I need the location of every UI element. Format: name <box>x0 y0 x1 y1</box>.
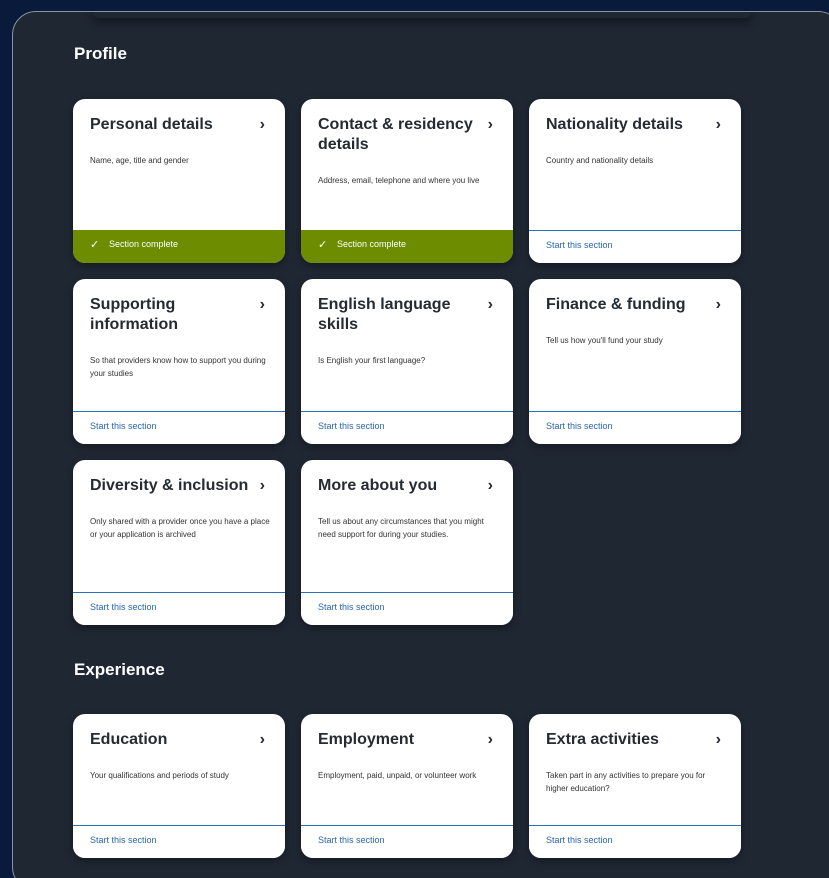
card-finance-funding[interactable]: Finance & funding › Tell us how you'll f… <box>529 279 741 444</box>
start-section-link[interactable]: Start this section <box>546 835 613 845</box>
start-section-footer: Start this section <box>301 592 513 625</box>
top-card-shadow <box>93 12 751 18</box>
start-section-link[interactable]: Start this section <box>546 421 613 431</box>
start-section-footer: Start this section <box>529 825 741 858</box>
chevron-right-icon: › <box>487 296 493 313</box>
card-description: So that providers know how to support yo… <box>90 356 266 378</box>
card-title: Finance & funding <box>546 296 686 313</box>
start-section-footer: Start this section <box>301 411 513 444</box>
card-description: Address, email, telephone and where you … <box>318 176 480 185</box>
card-education[interactable]: Education › Your qualifications and peri… <box>73 714 285 858</box>
start-section-link[interactable]: Start this section <box>90 602 157 612</box>
start-section-link[interactable]: Start this section <box>318 602 385 612</box>
chevron-right-icon: › <box>259 116 265 133</box>
section-complete-label: Section complete <box>109 239 179 249</box>
section-complete-footer: ✓ Section complete <box>73 230 285 263</box>
checkmark-icon: ✓ <box>90 239 100 251</box>
start-section-link[interactable]: Start this section <box>318 421 385 431</box>
application-panel: Profile Personal details › Name, age, ti… <box>12 11 829 878</box>
chevron-right-icon: › <box>487 731 493 748</box>
card-description: Name, age, title and gender <box>90 156 189 165</box>
card-employment[interactable]: Employment › Employment, paid, unpaid, o… <box>301 714 513 858</box>
start-section-footer: Start this section <box>73 411 285 444</box>
card-description: Is English your first language? <box>318 356 426 365</box>
card-contact-residency[interactable]: Contact & residency details › Address, e… <box>301 99 513 263</box>
checkmark-icon: ✓ <box>318 239 328 251</box>
card-description: Country and nationality details <box>546 156 654 165</box>
chevron-right-icon: › <box>715 731 721 748</box>
card-nationality-details[interactable]: Nationality details › Country and nation… <box>529 99 741 263</box>
card-supporting-information[interactable]: Supporting information › So that provide… <box>73 279 285 444</box>
card-diversity-inclusion[interactable]: Diversity & inclusion › Only shared with… <box>73 460 285 625</box>
chevron-right-icon: › <box>487 477 493 494</box>
card-title: Contact & residency details <box>318 116 473 153</box>
card-description: Only shared with a provider once you hav… <box>90 517 270 539</box>
section-complete-footer: ✓ Section complete <box>301 230 513 263</box>
card-title: Employment <box>318 731 415 748</box>
start-section-footer: Start this section <box>529 411 741 444</box>
card-title: Personal details <box>90 116 213 133</box>
card-title: Supporting information <box>90 296 178 333</box>
start-section-footer: Start this section <box>73 825 285 858</box>
card-title: Education <box>90 731 168 748</box>
card-description: Tell us about any circumstances that you… <box>318 517 484 539</box>
start-section-footer: Start this section <box>529 230 741 263</box>
card-description: Taken part in any activities to prepare … <box>546 771 706 793</box>
card-title: More about you <box>318 477 438 494</box>
card-description: Employment, paid, unpaid, or volunteer w… <box>318 771 477 780</box>
card-title: Extra activities <box>546 731 659 748</box>
card-title: English language skills <box>318 296 451 333</box>
card-description: Tell us how you'll fund your study <box>546 336 663 345</box>
chevron-right-icon: › <box>715 296 721 313</box>
experience-heading: Experience <box>74 660 165 679</box>
card-title: Diversity & inclusion <box>90 477 249 494</box>
card-description: Your qualifications and periods of study <box>90 771 229 780</box>
section-complete-label: Section complete <box>337 239 407 249</box>
start-section-footer: Start this section <box>73 592 285 625</box>
card-extra-activities[interactable]: Extra activities › Taken part in any act… <box>529 714 741 858</box>
chevron-right-icon: › <box>259 731 265 748</box>
chevron-right-icon: › <box>259 477 265 494</box>
card-more-about-you[interactable]: More about you › Tell us about any circu… <box>301 460 513 625</box>
start-section-link[interactable]: Start this section <box>90 421 157 431</box>
start-section-link[interactable]: Start this section <box>90 835 157 845</box>
chevron-right-icon: › <box>487 116 493 133</box>
profile-heading: Profile <box>74 44 127 63</box>
card-title: Nationality details <box>546 116 683 133</box>
start-section-link[interactable]: Start this section <box>318 835 385 845</box>
start-section-footer: Start this section <box>301 825 513 858</box>
card-personal-details[interactable]: Personal details › Name, age, title and … <box>73 99 285 263</box>
card-english-language-skills[interactable]: English language skills › Is English you… <box>301 279 513 444</box>
chevron-right-icon: › <box>259 296 265 313</box>
chevron-right-icon: › <box>715 116 721 133</box>
start-section-link[interactable]: Start this section <box>546 240 613 250</box>
